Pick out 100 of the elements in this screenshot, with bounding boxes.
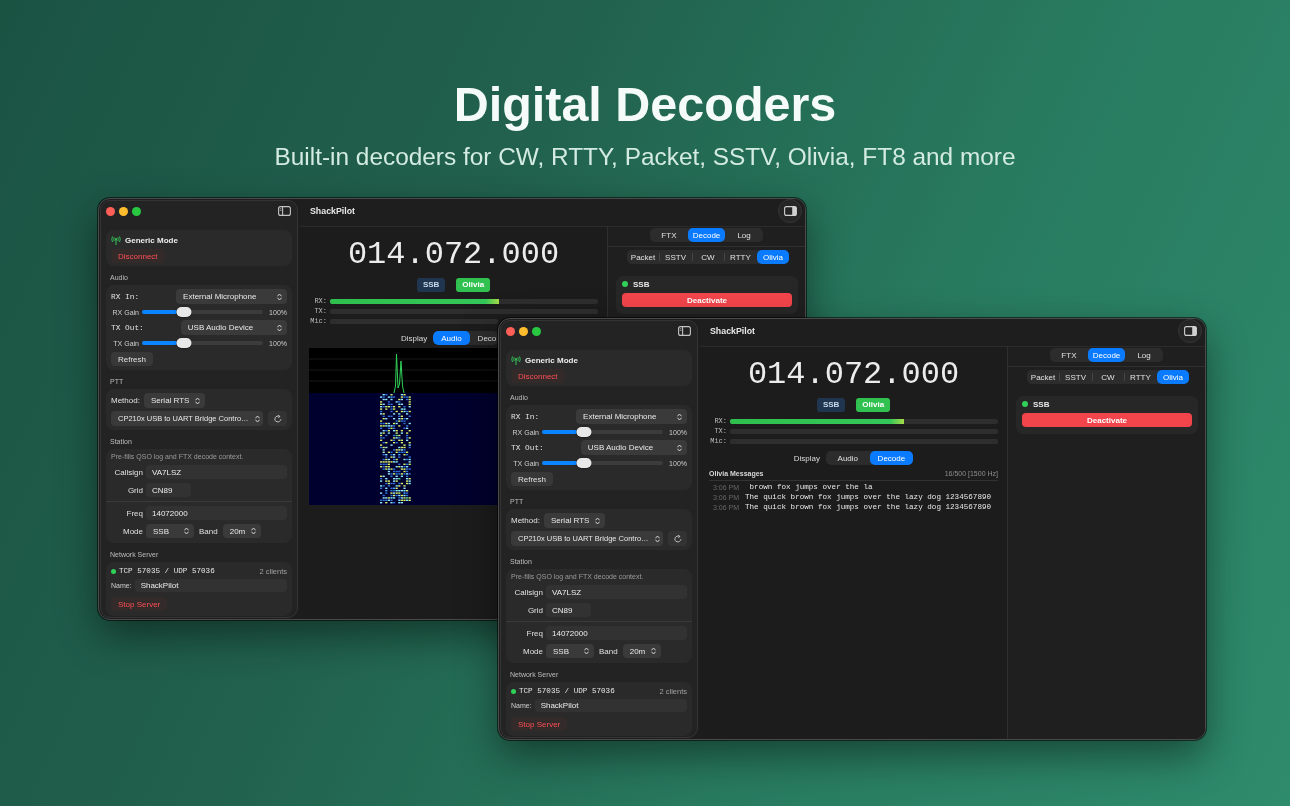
text-field[interactable]: CN89	[546, 603, 591, 617]
refresh-icon	[273, 414, 282, 423]
slider-thumb[interactable]	[576, 458, 592, 468]
updown-chevron-icon	[277, 292, 282, 301]
field-label: Band	[199, 526, 218, 536]
sidebar-toggle-button[interactable]	[778, 199, 802, 223]
dropdown[interactable]: USB Audio Device	[580, 440, 687, 455]
field-label: Mode	[122, 526, 143, 536]
disconnect-button[interactable]: Disconnect	[111, 249, 165, 263]
text-field[interactable]: 14072000	[546, 626, 687, 640]
decoder-tab[interactable]: Olivia	[756, 250, 790, 264]
slider-fill	[542, 461, 577, 465]
dropdown[interactable]: Serial RTS	[543, 513, 606, 528]
status-label: SSB	[1033, 399, 1050, 409]
disconnect-button[interactable]: Disconnect	[511, 369, 565, 383]
panel-tab[interactable]: Log	[1125, 348, 1163, 362]
deactivate-button[interactable]: Deactivate	[1022, 413, 1192, 427]
window-title: ShackPilot	[310, 206, 355, 216]
dropdown[interactable]: 20m	[622, 644, 662, 658]
gain-slider[interactable]	[542, 461, 663, 465]
status-label: SSB	[633, 279, 650, 289]
decoder-tab[interactable]: Packet	[1026, 370, 1060, 384]
field-label: Mode	[522, 646, 543, 656]
decoder-tab[interactable]: Olivia	[1156, 370, 1190, 384]
zoom-button[interactable]	[132, 206, 141, 216]
field-label: Freq	[125, 508, 143, 518]
text-field[interactable]: CN89	[146, 483, 191, 497]
frequency-display: 014.072.000	[347, 239, 560, 271]
refresh-button[interactable]: Refresh	[511, 472, 553, 486]
dropdown[interactable]: 20m	[222, 524, 262, 538]
text-field[interactable]: ShackPilot	[534, 699, 687, 712]
refresh-icon	[673, 534, 682, 543]
view-tab[interactable]: Audio	[433, 331, 470, 345]
panel-tab[interactable]: FTX	[1050, 348, 1088, 362]
page-title: Digital Decoders	[453, 76, 837, 132]
updown-chevron-icon	[651, 647, 657, 655]
gain-slider[interactable]	[142, 310, 263, 314]
gain-slider[interactable]	[142, 341, 263, 345]
close-button[interactable]	[106, 206, 115, 216]
sidebar-icon	[783, 206, 797, 216]
zoom-button[interactable]	[532, 326, 541, 336]
updown-chevron-icon	[277, 323, 282, 332]
minimize-button[interactable]	[519, 326, 528, 336]
updown-chevron-icon	[595, 516, 601, 525]
close-button[interactable]	[506, 326, 515, 336]
minimize-button[interactable]	[119, 206, 128, 216]
updown-chevron-icon	[254, 414, 260, 423]
dropdown[interactable]: USB Audio Device	[180, 320, 287, 335]
slider-thumb[interactable]	[176, 338, 192, 348]
updown-chevron-icon	[251, 527, 257, 535]
sidebar-toggle-button[interactable]	[1178, 319, 1202, 343]
field-label: Grid	[126, 485, 143, 495]
field-label: Band	[599, 646, 618, 656]
field-label: Method:	[111, 396, 140, 405]
sidebar-icon[interactable]	[678, 326, 691, 336]
window-title: ShackPilot	[710, 326, 755, 336]
mode-title: Generic Mode	[525, 356, 578, 365]
sidebar-icon[interactable]	[278, 206, 291, 216]
updown-chevron-icon	[195, 396, 201, 405]
updown-chevron-icon	[584, 647, 589, 655]
antenna-icon	[511, 356, 521, 365]
field-label: Grid	[526, 605, 543, 615]
field-label: Callsign	[113, 467, 143, 477]
dropdown[interactable]: SSB	[146, 524, 194, 538]
text-field[interactable]: VA7LSZ	[146, 465, 287, 479]
field-label: Freq	[525, 628, 543, 638]
icon-button[interactable]	[668, 531, 687, 546]
dropdown[interactable]: External Microphone	[576, 409, 687, 424]
refresh-button[interactable]: Refresh	[111, 352, 153, 366]
slider-thumb[interactable]	[176, 307, 192, 317]
dropdown[interactable]: External Microphone	[176, 289, 287, 304]
slider-fill	[142, 310, 177, 314]
gain-slider[interactable]	[542, 430, 663, 434]
panel-tab[interactable]: Log	[725, 228, 763, 242]
panel-tab[interactable]: FTX	[650, 228, 688, 242]
mode-badge: SSB	[416, 278, 446, 292]
antenna-icon	[111, 236, 121, 245]
view-tab[interactable]: Deco	[469, 331, 498, 345]
decoder-tab[interactable]: Packet	[626, 250, 660, 264]
mode-title: Generic Mode	[125, 236, 178, 245]
text-field[interactable]: ShackPilot	[134, 579, 287, 592]
updown-chevron-icon	[677, 443, 682, 452]
updown-chevron-icon	[184, 527, 189, 535]
stop-button[interactable]: Stop Server	[511, 717, 568, 731]
dropdown[interactable]: SSB	[546, 644, 594, 658]
dropdown[interactable]: Serial RTS	[143, 393, 206, 408]
view-tab[interactable]: Decode	[869, 451, 914, 465]
updown-chevron-icon	[654, 534, 660, 543]
page-subtitle: Built-in decoders for CW, RTTY, Packet, SSTV, Olivia, FT8 and more	[274, 143, 1016, 171]
text-field[interactable]: 14072000	[146, 506, 287, 520]
text-field[interactable]: VA7LSZ	[546, 585, 687, 599]
view-label: Display	[793, 453, 821, 463]
deactivate-button[interactable]: Deactivate	[622, 293, 792, 307]
panel-tab[interactable]: Decode	[687, 228, 726, 242]
panel-tab[interactable]: Decode	[1087, 348, 1126, 362]
slider-fill	[142, 341, 177, 345]
slider-thumb[interactable]	[576, 427, 592, 437]
icon-button[interactable]	[268, 411, 287, 426]
view-tab[interactable]: Audio	[826, 451, 870, 465]
stop-button[interactable]: Stop Server	[111, 597, 168, 611]
